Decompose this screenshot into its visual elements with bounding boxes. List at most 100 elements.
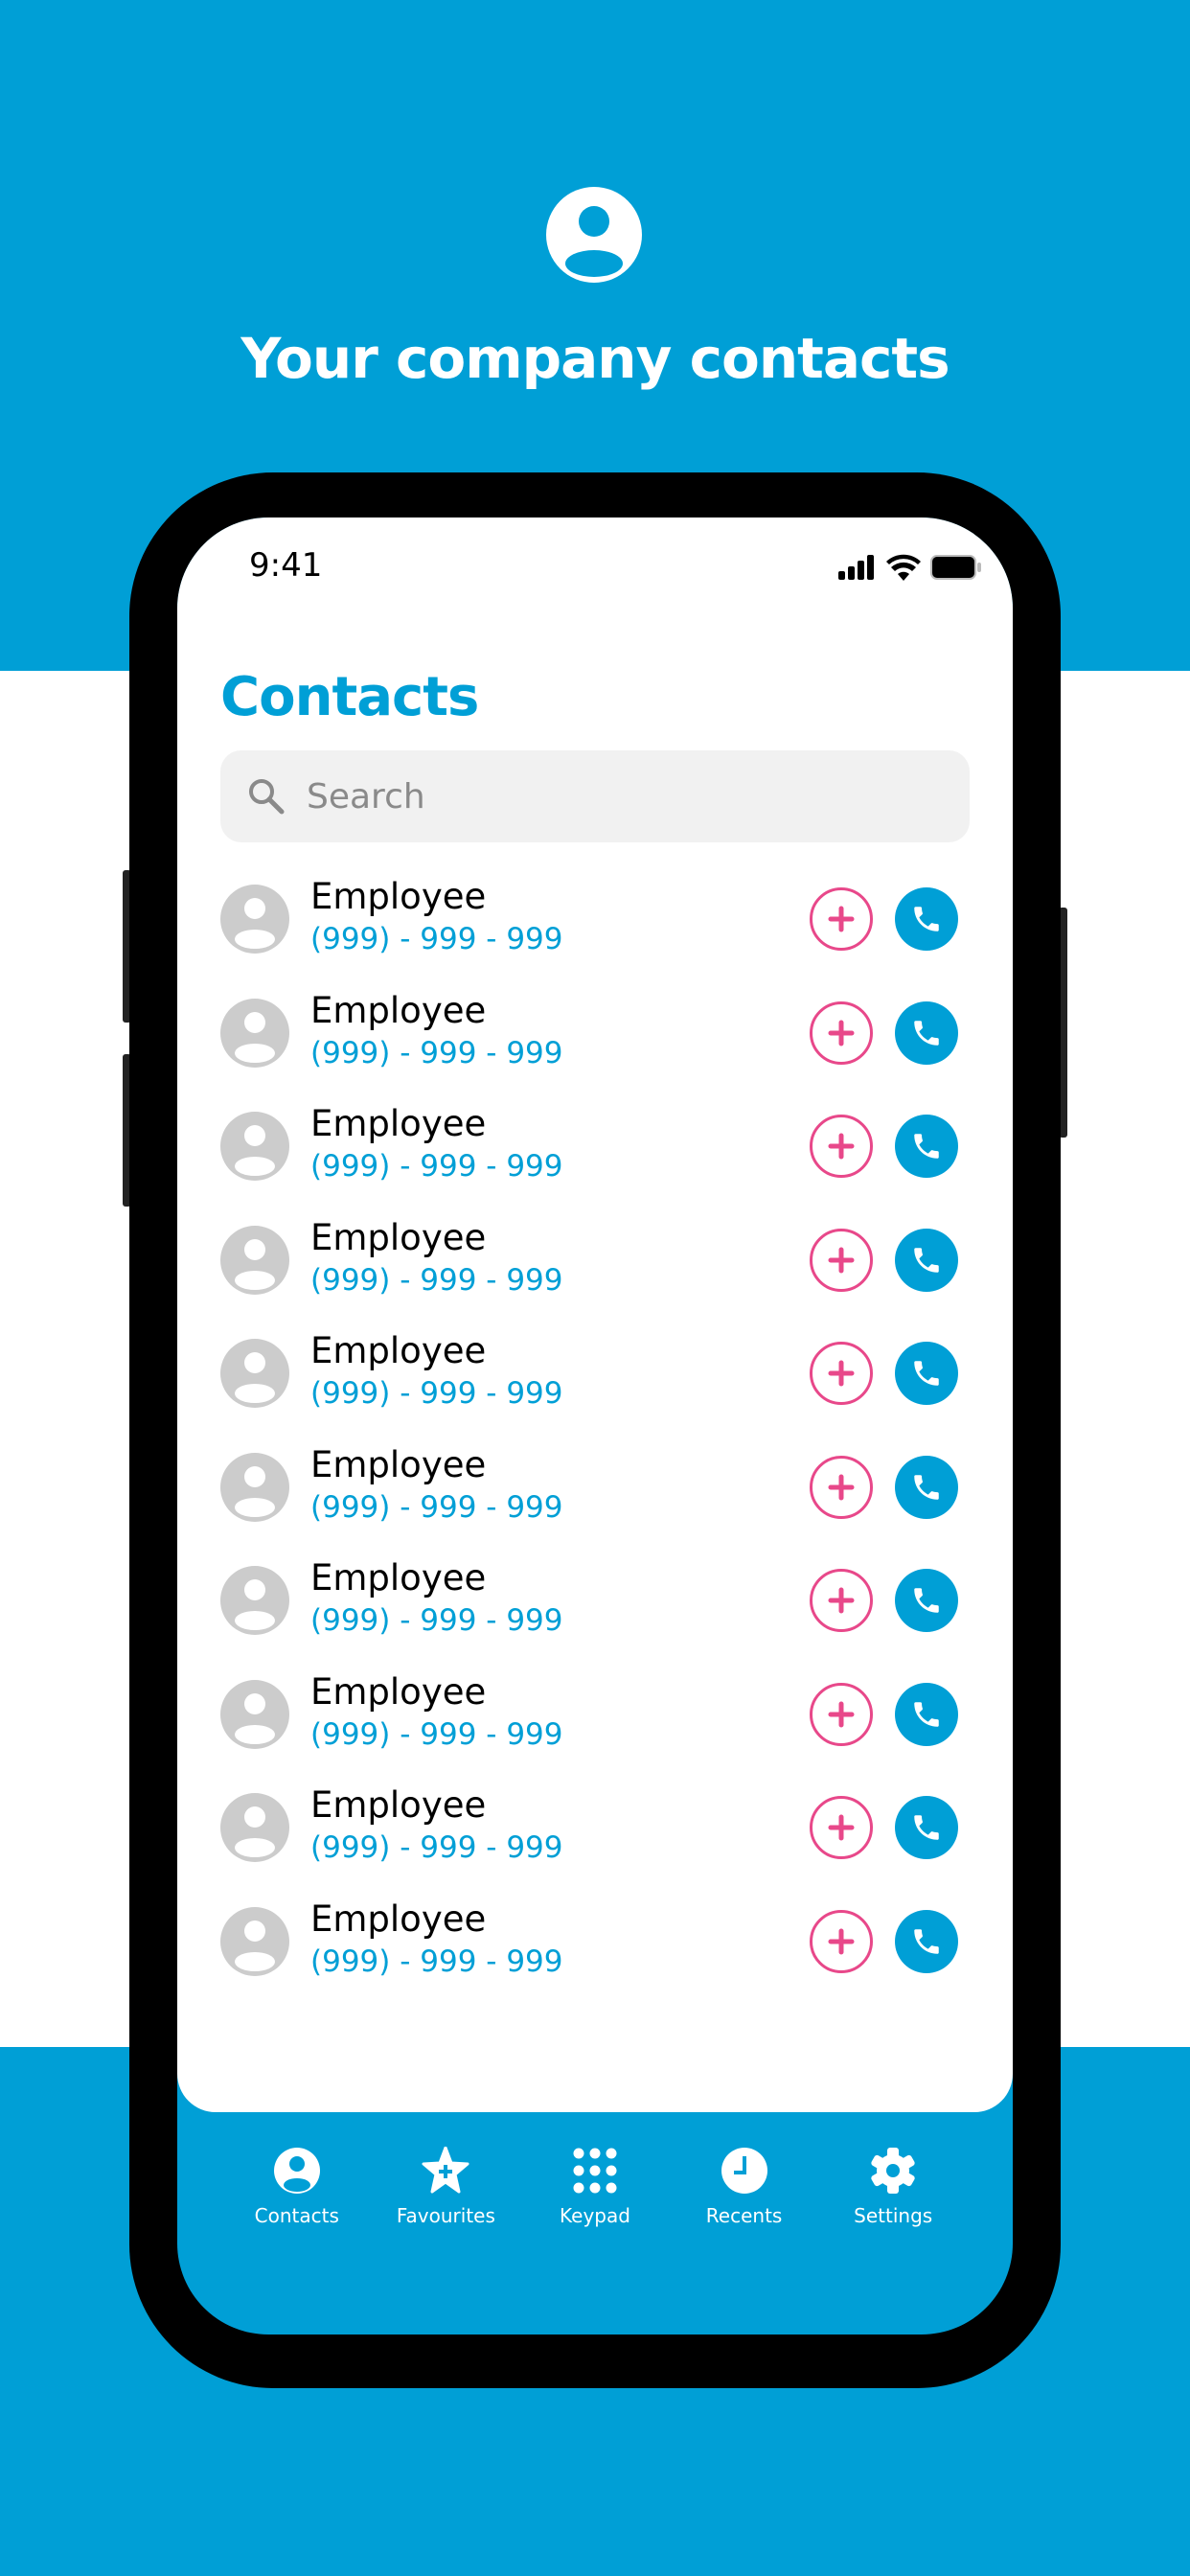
- wifi-icon: [886, 554, 921, 581]
- promo-title: Your company contacts: [240, 326, 950, 391]
- tab-label: Recents: [705, 2204, 783, 2227]
- phone-screen: 9:41 Contacts Search Employee (999) - 99…: [177, 518, 1013, 2334]
- tab-bar: Contacts Favourites Keypad Recents Setti…: [177, 2147, 1013, 2227]
- phone-icon: [914, 1928, 939, 1954]
- phone-icon: [914, 1701, 939, 1727]
- search-placeholder: Search: [307, 776, 425, 816]
- call-button[interactable]: [895, 1569, 958, 1632]
- call-button[interactable]: [895, 1115, 958, 1178]
- plus-icon: [828, 1587, 855, 1614]
- avatar-icon: [220, 885, 289, 954]
- call-button[interactable]: [895, 1228, 958, 1292]
- avatar-icon: [220, 1339, 289, 1408]
- add-favourite-button[interactable]: [810, 1115, 873, 1178]
- plus-icon: [828, 1814, 855, 1841]
- tab-settings[interactable]: Settings: [826, 2147, 960, 2227]
- phone-icon: [914, 907, 939, 932]
- call-button[interactable]: [895, 1682, 958, 1746]
- status-time: 9:41: [249, 546, 323, 585]
- add-favourite-button[interactable]: [810, 887, 873, 951]
- avatar-icon: [220, 1679, 289, 1749]
- phone-icon: [914, 1361, 939, 1386]
- add-favourite-button[interactable]: [810, 1000, 873, 1065]
- contact-phone: (999) - 999 - 999: [310, 1830, 563, 1865]
- contact-name: Employee: [310, 1216, 487, 1258]
- search-icon: [249, 779, 285, 815]
- contact-row[interactable]: Employee (999) - 999 - 999: [220, 1784, 970, 1871]
- contact-name: Employee: [310, 989, 487, 1031]
- contacts-screen: 9:41 Contacts Search Employee (999) - 99…: [177, 518, 1013, 2112]
- contact-row[interactable]: Employee (999) - 999 - 999: [220, 1217, 970, 1303]
- contact-name: Employee: [310, 1784, 487, 1826]
- call-button[interactable]: [895, 1342, 958, 1405]
- contact-row[interactable]: Employee (999) - 999 - 999: [220, 1671, 970, 1758]
- plus-icon: [828, 1133, 855, 1160]
- call-button[interactable]: [895, 1796, 958, 1859]
- user-circle-icon: [273, 2148, 320, 2194]
- plus-icon: [828, 1360, 855, 1387]
- page-title: Contacts: [220, 666, 479, 728]
- phone-icon: [914, 1588, 939, 1613]
- star-plus-icon: [422, 2147, 469, 2194]
- add-favourite-button[interactable]: [810, 1569, 873, 1632]
- contact-row[interactable]: Employee (999) - 999 - 999: [220, 1103, 970, 1189]
- contact-row[interactable]: Employee (999) - 999 - 999: [220, 1330, 970, 1416]
- contact-name: Employee: [310, 1103, 487, 1144]
- contact-row[interactable]: Employee (999) - 999 - 999: [220, 1898, 970, 1985]
- phone-icon: [914, 1247, 939, 1273]
- search-input[interactable]: Search: [220, 750, 970, 842]
- user-circle-icon: [546, 187, 642, 283]
- avatar-icon: [220, 1452, 289, 1522]
- plus-icon: [828, 906, 855, 932]
- contact-phone: (999) - 999 - 999: [310, 1035, 563, 1070]
- contact-phone: (999) - 999 - 999: [310, 1376, 563, 1411]
- signal-icon: [838, 555, 874, 580]
- contact-phone: (999) - 999 - 999: [310, 922, 563, 956]
- contact-phone: (999) - 999 - 999: [310, 1149, 563, 1184]
- contact-phone: (999) - 999 - 999: [310, 1716, 563, 1752]
- tab-label: Keypad: [560, 2204, 630, 2227]
- contact-name: Employee: [310, 1898, 487, 1940]
- contact-row[interactable]: Employee (999) - 999 - 999: [220, 876, 970, 962]
- tab-contacts[interactable]: Contacts: [230, 2147, 364, 2227]
- plus-icon: [828, 1701, 855, 1727]
- contact-phone: (999) - 999 - 999: [310, 1603, 563, 1638]
- avatar-icon: [220, 1906, 289, 1976]
- tab-label: Settings: [854, 2204, 933, 2227]
- tab-keypad[interactable]: Keypad: [528, 2147, 662, 2227]
- contact-phone: (999) - 999 - 999: [310, 1262, 563, 1298]
- avatar-icon: [220, 1793, 289, 1862]
- contact-phone: (999) - 999 - 999: [310, 1489, 563, 1525]
- tab-favourites[interactable]: Favourites: [378, 2147, 513, 2227]
- avatar-icon: [220, 1225, 289, 1295]
- status-icons: [838, 554, 982, 581]
- avatar-icon: [220, 998, 289, 1068]
- call-button[interactable]: [895, 1000, 958, 1065]
- tab-recents[interactable]: Recents: [677, 2147, 812, 2227]
- phone-icon: [914, 1134, 939, 1159]
- add-favourite-button[interactable]: [810, 1796, 873, 1859]
- battery-icon: [930, 555, 981, 580]
- avatar-icon: [220, 1566, 289, 1635]
- tab-label: Contacts: [254, 2204, 339, 2227]
- plus-icon: [828, 1247, 855, 1273]
- add-favourite-button[interactable]: [810, 1342, 873, 1405]
- call-button[interactable]: [895, 887, 958, 951]
- contact-phone: (999) - 999 - 999: [310, 1944, 563, 1979]
- add-favourite-button[interactable]: [810, 1682, 873, 1746]
- plus-icon: [828, 1020, 855, 1046]
- add-favourite-button[interactable]: [810, 1455, 873, 1519]
- add-favourite-button[interactable]: [810, 1909, 873, 1973]
- phone-icon: [914, 1474, 939, 1500]
- contact-name: Employee: [310, 876, 487, 917]
- contact-row[interactable]: Employee (999) - 999 - 999: [220, 990, 970, 1076]
- contact-row[interactable]: Employee (999) - 999 - 999: [220, 1557, 970, 1644]
- call-button[interactable]: [895, 1909, 958, 1973]
- add-favourite-button[interactable]: [810, 1228, 873, 1292]
- plus-icon: [828, 1928, 855, 1954]
- contact-name: Employee: [310, 1557, 487, 1598]
- phone-icon: [914, 1020, 939, 1046]
- contact-row[interactable]: Employee (999) - 999 - 999: [220, 1444, 970, 1530]
- call-button[interactable]: [895, 1455, 958, 1519]
- contact-name: Employee: [310, 1443, 487, 1485]
